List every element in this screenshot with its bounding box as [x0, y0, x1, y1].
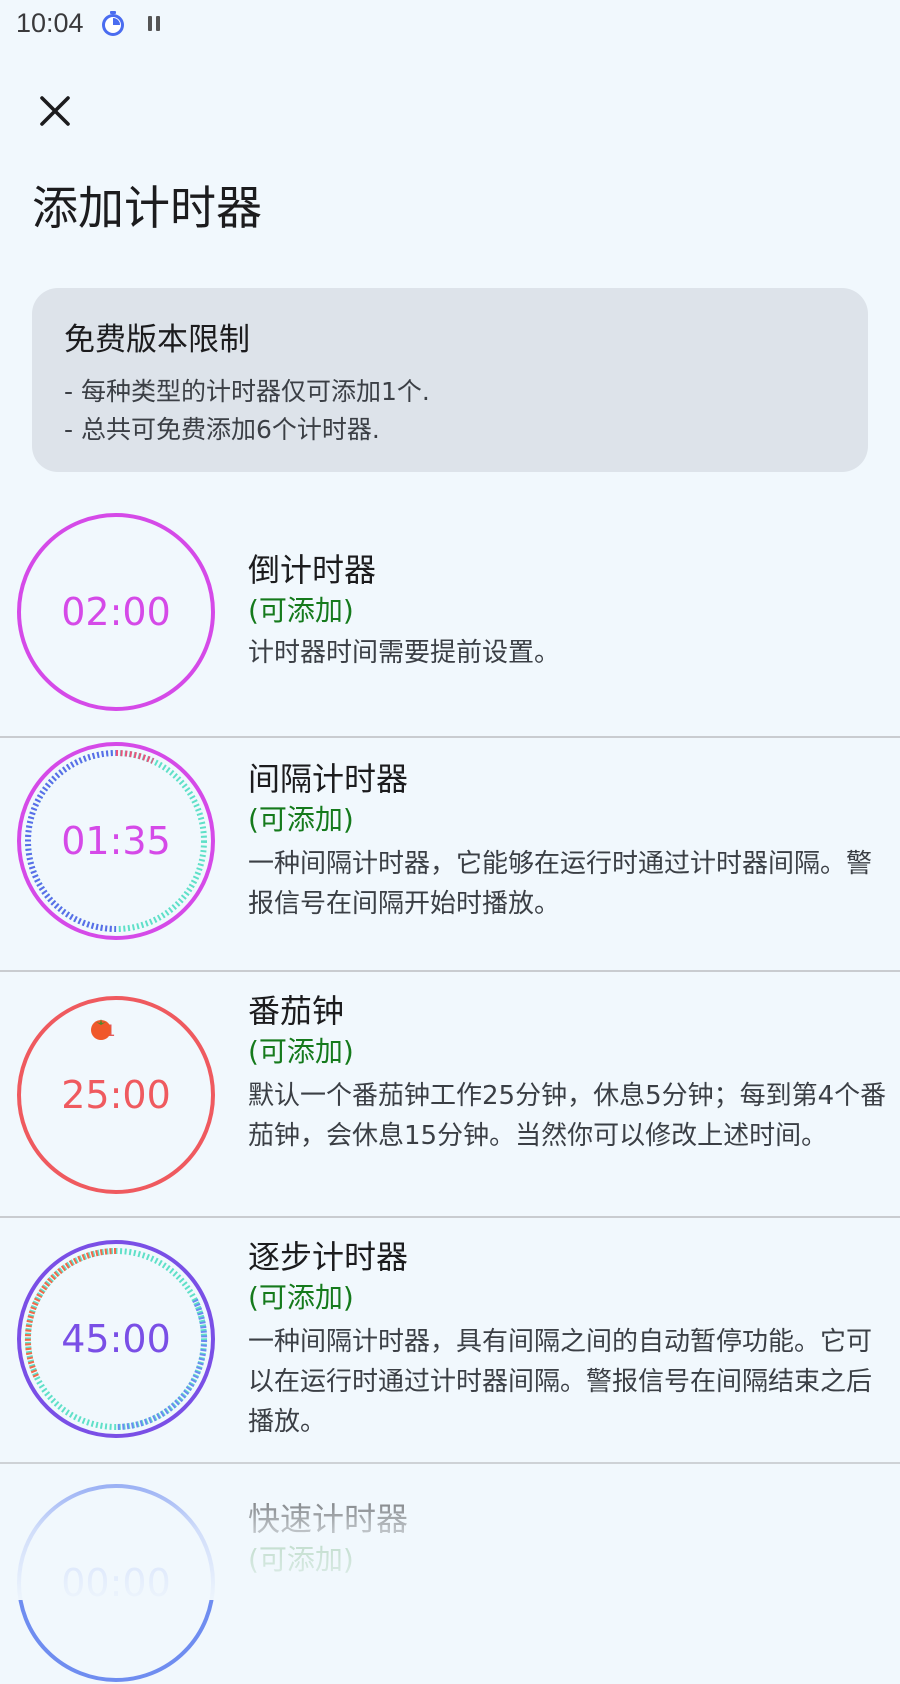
- stopwatch-icon: [100, 11, 126, 37]
- timer-type-step[interactable]: 45:00 逐步计时器 (可添加) 一种间隔计时器，具有间隔之间的自动暂停功能。…: [0, 1218, 900, 1462]
- timer-name: 快速计时器: [248, 1500, 409, 1538]
- timer-name: 间隔计时器: [248, 760, 409, 798]
- timer-status: (可添加): [248, 1281, 354, 1314]
- notice-title: 免费版本限制: [64, 322, 250, 358]
- timer-type-pomodoro[interactable]: ×1 25:00 番茄钟 (可添加) 默认一个番茄钟工作25分钟，休息5分钟；每…: [0, 972, 900, 1216]
- pomodoro-dial: ×1 25:00: [15, 994, 217, 1196]
- timer-name: 倒计时器: [248, 551, 377, 589]
- timer-description: 一种间隔计时器，具有间隔之间的自动暂停功能。它可以在运行时通过计时器间隔。警报信…: [248, 1327, 873, 1437]
- notice-line: - 总共可免费添加6个计时器.: [64, 415, 380, 444]
- close-button[interactable]: [30, 88, 80, 138]
- dial-time: 45:00: [61, 1317, 171, 1361]
- timer-status: (可添加): [248, 1035, 354, 1068]
- dial-time: 00:00: [61, 1561, 171, 1605]
- timer-description: 默认一个番茄钟工作25分钟，休息5分钟；每到第4个番茄钟，会休息15分钟。当然你…: [248, 1081, 887, 1151]
- timer-description: 计时器时间需要提前设置。: [248, 638, 561, 668]
- timer-type-quick[interactable]: 00:00 快速计时器 (可添加): [0, 1464, 900, 1682]
- timer-type-interval[interactable]: 01:35 间隔计时器 (可添加) 一种间隔计时器，它能够在运行时通过计时器间隔…: [0, 738, 900, 970]
- interval-dial: 01:35: [15, 740, 217, 942]
- timer-type-countdown[interactable]: 02:00 倒计时器 (可添加) 计时器时间需要提前设置。: [0, 505, 900, 737]
- status-time: 10:04: [16, 8, 84, 38]
- timer-status: (可添加): [248, 594, 354, 627]
- notice-line: - 每种类型的计时器仅可添加1个.: [64, 377, 430, 406]
- timer-status: (可添加): [248, 1543, 354, 1576]
- step-dial: 45:00: [15, 1238, 217, 1440]
- dial-time: 01:35: [61, 819, 171, 863]
- timer-status: (可添加): [248, 803, 354, 836]
- quick-dial: 00:00: [15, 1482, 217, 1684]
- dial-time: 02:00: [61, 590, 171, 634]
- pause-icon: [148, 16, 162, 32]
- timer-name: 逐步计时器: [248, 1238, 409, 1276]
- free-version-notice: 免费版本限制 - 每种类型的计时器仅可添加1个. - 总共可免费添加6个计时器.: [32, 288, 868, 472]
- page-title: 添加计时器: [32, 181, 262, 235]
- dial-time: 25:00: [61, 1073, 171, 1117]
- close-icon: [40, 96, 70, 126]
- timer-description: 一种间隔计时器，它能够在运行时通过计时器间隔。警报信号在间隔开始时播放。: [248, 849, 873, 919]
- timer-name: 番茄钟: [248, 992, 345, 1030]
- countdown-dial: 02:00: [15, 511, 217, 713]
- status-bar: 10:04: [0, 0, 900, 50]
